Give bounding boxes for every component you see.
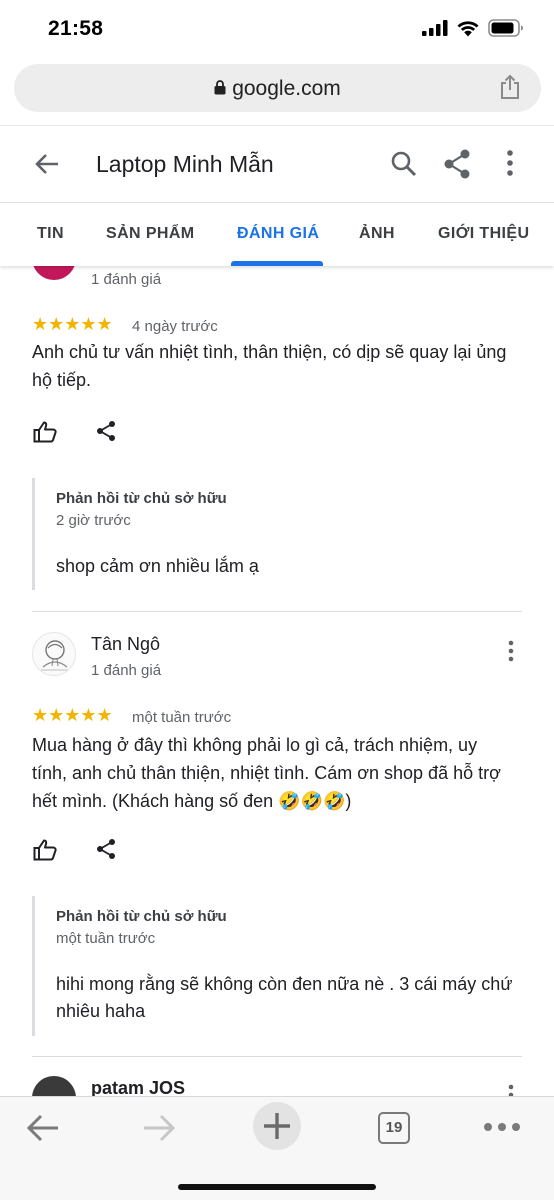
status-time: 21:58 (48, 17, 104, 40)
place-title: Laptop Minh Mẫn (96, 151, 274, 177)
signal-icon (422, 20, 448, 36)
owner-reply-title: Phản hồi từ chủ sở hữu (56, 908, 227, 925)
tab-news[interactable]: TIN (37, 225, 64, 243)
thumbs-up-icon[interactable] (33, 421, 57, 443)
new-tab-button[interactable] (253, 1102, 301, 1150)
status-icons (422, 19, 524, 37)
review-divider (32, 611, 522, 612)
share-icon[interactable] (443, 149, 471, 179)
browser-toolbar: 19 (0, 1096, 554, 1200)
lock-icon (214, 80, 226, 95)
share-page-icon[interactable] (499, 74, 521, 100)
more-vert-icon[interactable] (508, 266, 516, 272)
reviews-list[interactable]: 1 đánh giá ★★★★★ 4 ngày trước Anh chủ tư… (0, 266, 554, 1096)
owner-reply-title: Phản hồi từ chủ sở hữu (56, 490, 227, 507)
avatar[interactable] (32, 266, 76, 280)
owner-reply: Phản hồi từ chủ sở hữu 2 giờ trước shop … (32, 478, 522, 590)
tab-photos[interactable]: ẢNH (359, 225, 395, 243)
browser-forward-icon[interactable] (142, 1113, 176, 1143)
url-display[interactable]: google.com (14, 77, 541, 101)
review-divider (32, 1056, 522, 1057)
search-icon[interactable] (390, 150, 418, 178)
review-time: 4 ngày trước (132, 318, 218, 335)
star-rating: ★★★★★ (32, 705, 113, 725)
reviewer-name[interactable]: Tân Ngô (91, 634, 160, 655)
more-horiz-icon[interactable] (482, 1121, 522, 1133)
star-rating: ★★★★★ (32, 314, 113, 334)
browser-back-icon[interactable] (26, 1113, 60, 1143)
tab-about[interactable]: GIỚI THIỆU (438, 225, 529, 243)
address-bar-area: google.com (0, 58, 554, 126)
url-text: google.com (232, 77, 341, 100)
status-bar: 21:58 (0, 0, 554, 58)
owner-reply-text: hihi mong rằng sẽ không còn đen nữa nè .… (56, 974, 513, 1021)
more-vert-icon[interactable] (504, 149, 516, 179)
avatar[interactable] (32, 1076, 76, 1096)
tab-reviews[interactable]: ĐÁNH GIÁ (237, 225, 319, 243)
thumbs-up-icon[interactable] (33, 839, 57, 861)
address-bar[interactable]: google.com (14, 64, 541, 112)
section-tabs: TIN SẢN PHẨM ĐÁNH GIÁ ẢNH GIỚI THIỆU (0, 203, 554, 266)
review-text: Mua hàng ở đây thì không phải lo gì cả, … (32, 735, 501, 811)
share-icon[interactable] (96, 420, 116, 442)
home-indicator (178, 1184, 376, 1190)
plus-icon (264, 1113, 290, 1139)
battery-icon (488, 19, 523, 37)
tab-switcher-button[interactable]: 19 (378, 1112, 410, 1144)
owner-reply-time: một tuần trước (56, 930, 156, 947)
more-vert-icon[interactable] (507, 1084, 515, 1096)
avatar-sketch-icon (41, 640, 69, 671)
owner-reply-time: 2 giờ trước (56, 512, 131, 529)
more-vert-icon[interactable] (507, 640, 515, 662)
avatar[interactable] (32, 632, 76, 676)
review-text: Anh chủ tư vấn nhiệt tình, thân thiện, c… (32, 342, 507, 390)
owner-reply-text: shop cảm ơn nhiều lắm ạ (56, 556, 259, 576)
review-time: một tuần trước (132, 709, 232, 726)
share-icon[interactable] (96, 838, 116, 860)
tab-products[interactable]: SẢN PHẨM (106, 225, 195, 243)
owner-reply: Phản hồi từ chủ sở hữu một tuần trước hi… (32, 896, 522, 1036)
place-header: Laptop Minh Mẫn (0, 127, 554, 203)
reviewer-review-count: 1 đánh giá (91, 271, 162, 288)
reviewer-review-count: 1 đánh giá (91, 662, 162, 679)
active-tab-indicator (231, 261, 323, 266)
wifi-icon (457, 20, 479, 36)
reviewer-name[interactable]: patam JOS (91, 1078, 185, 1096)
back-arrow-icon[interactable] (34, 151, 60, 177)
